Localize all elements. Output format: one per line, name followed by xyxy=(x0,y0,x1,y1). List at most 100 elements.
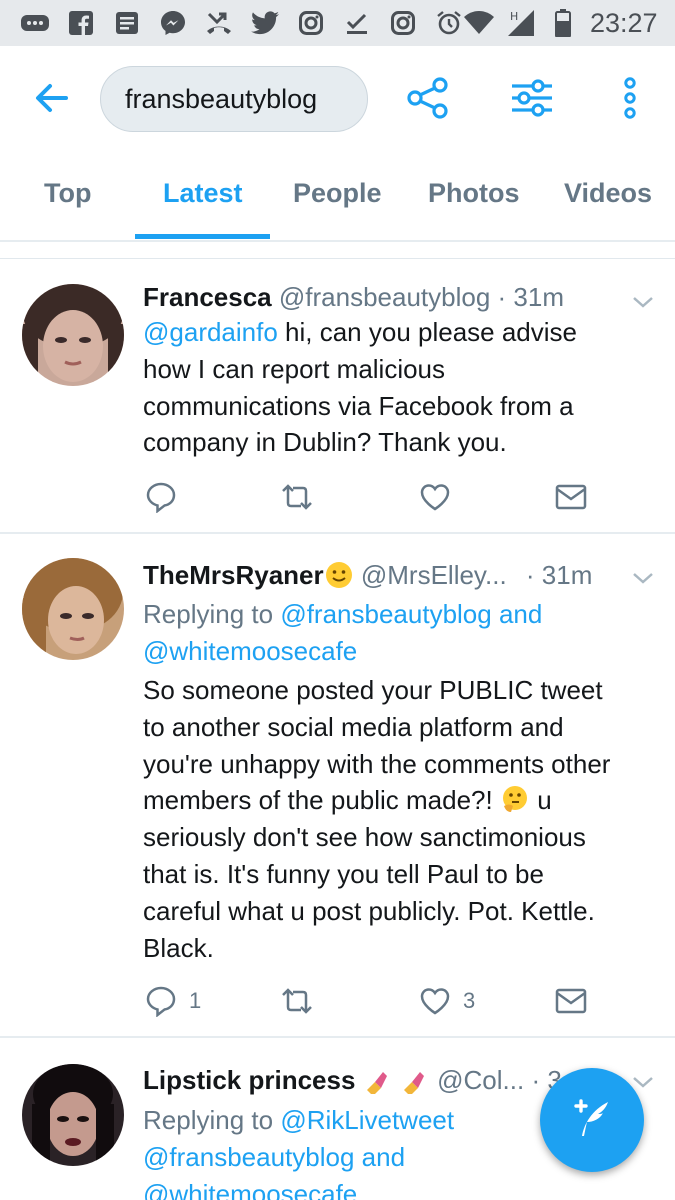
tweet-actions: 1 3 xyxy=(143,984,643,1024)
reply-button[interactable]: 1 xyxy=(145,984,201,1018)
search-header: fransbeautyblog xyxy=(0,46,675,146)
mention-link[interactable]: @RikLivetweet xyxy=(280,1105,454,1135)
tab-videos[interactable]: Videos xyxy=(564,178,652,209)
instagram-icon xyxy=(296,8,326,38)
tweet-line: careful what u post publicly. Pot. Kettl… xyxy=(143,895,595,926)
tweet-text: So someone posted your PUBLIC tweet to a… xyxy=(143,672,663,966)
mention-link[interactable]: @fransbeautyblog xyxy=(280,599,491,629)
avatar[interactable] xyxy=(22,284,124,386)
avatar[interactable] xyxy=(22,1064,124,1166)
more-icon xyxy=(20,8,50,38)
filter-icon[interactable] xyxy=(510,76,554,120)
more-vertical-icon[interactable] xyxy=(608,76,652,120)
tweet-actions xyxy=(143,480,643,520)
lipstick-emoji-icon xyxy=(400,1065,430,1096)
tweet-line: company in Dublin? Thank you. xyxy=(143,427,507,458)
avatar[interactable] xyxy=(22,558,124,660)
mention-link[interactable]: @whitemoosecafe xyxy=(143,1179,357,1200)
mention-link[interactable]: @whitemoosecafe xyxy=(143,636,357,666)
check-icon xyxy=(342,8,372,38)
smiley-emoji-icon xyxy=(324,560,354,590)
replying-and: and xyxy=(354,1141,406,1172)
compose-feather-icon xyxy=(568,1094,616,1147)
instagram-icon xyxy=(388,8,418,38)
like-count: 3 xyxy=(463,988,476,1013)
tweet-time: · 31m xyxy=(525,560,593,590)
divider xyxy=(0,243,675,259)
like-button[interactable]: 3 xyxy=(419,984,475,1018)
news-icon xyxy=(112,8,142,38)
tweet-line: you're unhappy with the comments other xyxy=(143,748,611,779)
system-status: H 23:27 xyxy=(464,8,658,39)
tweet-text: @gardainfo hi, can you please advise how… xyxy=(143,314,663,461)
replying-to: Replying to @fransbeautyblog and @whitem… xyxy=(143,596,663,670)
thinking-emoji-icon xyxy=(500,785,530,815)
user-name[interactable]: TheMrsRyaner xyxy=(143,560,324,590)
lipstick-emoji-icon xyxy=(363,1065,393,1096)
share-dm-button[interactable] xyxy=(555,984,587,1018)
user-handle: @Col... xyxy=(437,1065,525,1095)
tweet-header: Lipstick princess @Col... · 3 xyxy=(143,1064,562,1096)
tab-top[interactable]: Top xyxy=(44,178,91,209)
tweet-line: how I can report malicious xyxy=(143,353,446,384)
user-name[interactable]: Lipstick princess xyxy=(143,1065,355,1095)
signal-icon: H xyxy=(506,8,536,38)
facebook-icon xyxy=(66,8,96,38)
tweet-line: to another social media platform and xyxy=(143,711,564,742)
tweet[interactable]: TheMrsRyaner @MrsElley... · 31m Replying… xyxy=(0,536,675,1038)
search-tabs: Top Latest People Photos Videos xyxy=(0,146,675,242)
retweet-icon xyxy=(282,484,312,510)
reply-icon xyxy=(146,986,176,1017)
reply-icon xyxy=(146,482,176,513)
tab-latest[interactable]: Latest xyxy=(163,178,243,209)
reply-count: 1 xyxy=(189,988,202,1013)
replying-prefix: Replying to xyxy=(143,599,281,629)
like-button[interactable] xyxy=(419,480,463,514)
share-icon[interactable] xyxy=(406,76,450,120)
status-bar: H 23:27 xyxy=(0,0,675,46)
replying-prefix: Replying to xyxy=(143,1105,281,1135)
clock: 23:27 xyxy=(590,7,658,38)
retweet-button[interactable] xyxy=(279,984,315,1018)
heart-icon xyxy=(420,484,450,511)
replying-and: and xyxy=(491,599,543,629)
envelope-icon xyxy=(555,484,587,510)
notification-icons xyxy=(20,8,464,38)
envelope-icon xyxy=(555,988,587,1014)
mention-link[interactable]: @fransbeautyblog xyxy=(143,1142,354,1172)
twitter-icon xyxy=(250,8,280,38)
chevron-down-icon[interactable] xyxy=(630,292,656,312)
tweet-line: So someone posted your PUBLIC tweet xyxy=(143,675,603,705)
user-name[interactable]: Francesca xyxy=(143,282,272,312)
battery-icon xyxy=(548,8,578,38)
tweet-header: TheMrsRyaner @MrsElley... · 31m xyxy=(143,560,592,591)
wifi-icon xyxy=(464,8,494,38)
tweet-line: seriously don't see how sanctimonious xyxy=(143,822,586,853)
user-handle: @MrsElley... xyxy=(360,560,507,590)
search-input[interactable]: fransbeautyblog xyxy=(100,66,368,132)
tweet-line: u xyxy=(529,785,552,816)
back-arrow-icon[interactable] xyxy=(30,76,74,120)
tweet-line: members of the public made?! xyxy=(143,785,493,816)
missed-call-icon xyxy=(204,8,234,38)
share-dm-button[interactable] xyxy=(555,480,587,514)
active-tab-indicator xyxy=(135,234,270,239)
svg-text:H: H xyxy=(510,10,518,23)
compose-tweet-button[interactable] xyxy=(540,1068,644,1172)
tweet-line: communications via Facebook from a xyxy=(143,390,574,421)
alarm-icon xyxy=(434,8,464,38)
tweet-line: hi, can you please advise xyxy=(277,317,578,347)
tweet-line: that is. It's funny you tell Paul to be xyxy=(143,858,544,889)
retweet-icon xyxy=(282,988,312,1014)
mention-link[interactable]: @gardainfo xyxy=(143,317,278,347)
reply-button[interactable] xyxy=(145,480,189,514)
tweet-time: · 31m xyxy=(497,282,565,312)
user-handle: @fransbeautyblog xyxy=(278,282,491,312)
chevron-down-icon[interactable] xyxy=(630,568,656,588)
heart-icon xyxy=(420,988,450,1015)
tab-photos[interactable]: Photos xyxy=(428,178,520,209)
tweet-line: Black. xyxy=(143,932,214,963)
tab-people[interactable]: People xyxy=(293,178,382,209)
tweet[interactable]: Francesca @fransbeautyblog · 31m @gardai… xyxy=(0,260,675,534)
retweet-button[interactable] xyxy=(279,480,315,514)
